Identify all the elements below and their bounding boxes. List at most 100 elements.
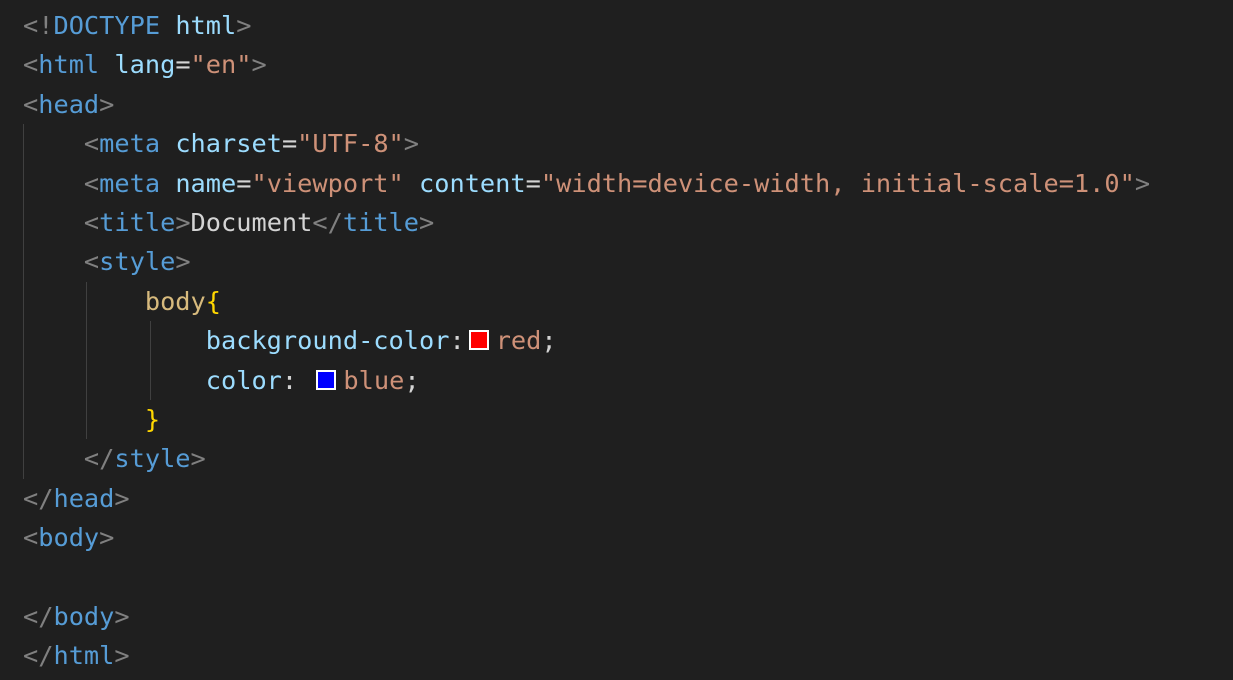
code-token: </	[23, 641, 54, 671]
code-token: meta	[99, 129, 161, 159]
code-token: head	[38, 89, 100, 119]
code-token: >	[190, 444, 206, 474]
indent-guide	[23, 281, 24, 322]
code-token: </	[312, 207, 343, 237]
indent-guide	[86, 360, 88, 400]
code-line[interactable]: background-color: red;	[23, 321, 1150, 361]
code-token: lang	[114, 50, 176, 80]
code-token: style	[99, 247, 176, 277]
indentation	[23, 366, 206, 395]
code-line[interactable]: </style>	[23, 439, 1150, 479]
indent-guide	[23, 163, 24, 203]
code-token: DOCTYPE	[53, 11, 161, 40]
code-token: <	[23, 523, 39, 553]
code-line[interactable]: body{	[23, 281, 1150, 322]
code-token: background-color	[205, 326, 450, 356]
code-lines[interactable]: <!DOCTYPE html> <html lang="en"> <head> <m…	[23, 6, 1150, 676]
code-token: >	[1134, 168, 1151, 198]
code-token: html	[53, 641, 115, 671]
code-token: }	[144, 404, 161, 434]
code-token: <!	[23, 11, 54, 40]
code-line[interactable]: </body>	[23, 597, 1150, 636]
code-token: <	[23, 50, 39, 80]
code-token: >	[114, 601, 130, 631]
code-token: >	[403, 129, 420, 159]
code-editor[interactable]: <!DOCTYPE html> <html lang="en"> <head> <m…	[0, 0, 1233, 680]
code-token: title	[99, 207, 176, 237]
code-line[interactable]: <style>	[23, 242, 1150, 282]
code-token: ;	[541, 326, 557, 356]
code-token: </	[23, 483, 54, 513]
indent-guide	[23, 124, 24, 164]
code-token: html	[175, 11, 237, 40]
code-token: >	[175, 207, 191, 237]
code-token: <	[83, 247, 100, 277]
code-token: "en"	[190, 50, 252, 80]
indent-guide	[23, 242, 24, 282]
code-token: =	[175, 50, 191, 80]
code-token: >	[175, 247, 191, 277]
indent-guide	[23, 202, 24, 243]
code-token: >	[114, 483, 130, 513]
code-token: <	[83, 129, 100, 159]
indentation	[23, 444, 84, 473]
indent-guide	[23, 399, 24, 440]
code-token: </	[83, 444, 115, 474]
code-token: <	[83, 168, 100, 198]
code-token: color	[205, 365, 282, 395]
color-swatch-icon[interactable]	[468, 330, 489, 351]
indentation	[23, 405, 145, 434]
code-token: "width=device-width, initial-scale=1.0"	[540, 168, 1135, 198]
code-token: blue	[343, 365, 405, 395]
indent-guide	[149, 321, 151, 361]
code-line[interactable]: <title>Document</title>	[23, 202, 1150, 243]
code-token: >	[251, 50, 267, 80]
code-token: body	[144, 286, 206, 316]
code-token: name	[175, 168, 237, 198]
indentation	[23, 169, 84, 198]
code-line[interactable]: <!DOCTYPE html>	[23, 6, 1150, 45]
code-line[interactable]: </head>	[23, 479, 1150, 518]
indent-guide	[149, 360, 151, 400]
code-token: body	[53, 601, 115, 631]
code-line[interactable]: <html lang="en">	[23, 45, 1150, 84]
code-token: :	[449, 326, 465, 356]
code-token: "viewport"	[251, 168, 404, 198]
code-token: html	[38, 50, 100, 80]
code-token: head	[53, 483, 115, 513]
code-line[interactable]: color: blue;	[23, 360, 1150, 400]
indent-guide	[86, 399, 88, 440]
color-swatch-icon[interactable]	[316, 369, 337, 390]
code-token: style	[114, 444, 191, 474]
code-token: meta	[99, 168, 161, 198]
indentation	[23, 208, 84, 237]
code-token: =	[525, 168, 541, 198]
code-token: >	[236, 11, 252, 40]
indent-guide	[86, 281, 88, 322]
code-token: </	[23, 601, 54, 631]
indent-guide	[23, 360, 24, 400]
code-line[interactable]: <body>	[23, 518, 1150, 557]
code-line[interactable]: <meta charset="UTF-8">	[23, 124, 1150, 164]
code-line[interactable]: </html>	[23, 636, 1150, 675]
code-line[interactable]: <meta name="viewport" content="width=dev…	[23, 163, 1151, 203]
code-token: >	[114, 641, 130, 671]
code-token: ;	[404, 365, 420, 395]
code-token: =	[281, 129, 298, 159]
code-line[interactable]: }	[23, 399, 1150, 440]
indent-guide	[86, 321, 88, 361]
code-line[interactable]	[23, 557, 1150, 596]
code-token: <	[83, 207, 100, 237]
indentation	[23, 247, 84, 276]
code-token: {	[205, 286, 221, 316]
code-token: >	[99, 523, 115, 553]
code-token: Document	[190, 207, 313, 237]
indent-guide	[23, 439, 24, 479]
code-line[interactable]: <head>	[23, 85, 1150, 124]
code-token: :	[281, 365, 313, 395]
code-token: red	[495, 326, 542, 356]
indentation	[23, 129, 84, 158]
